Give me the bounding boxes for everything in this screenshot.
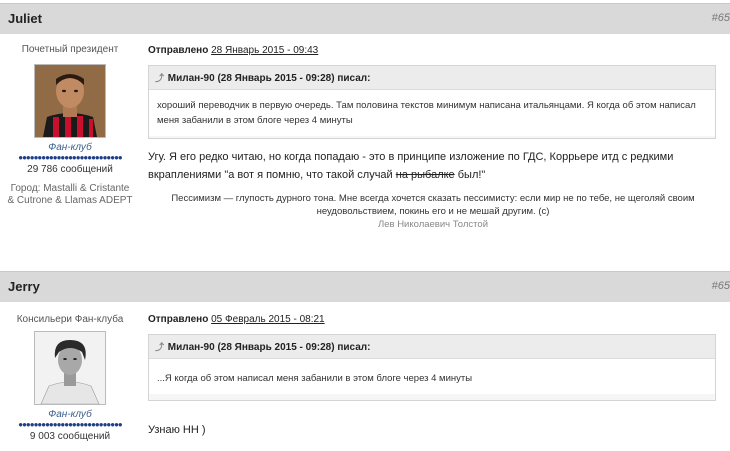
post-date-link[interactable]: 28 Январь 2015 - 09:43 [211,45,318,56]
post-date-link[interactable]: 05 Февраль 2015 - 08:21 [211,314,324,325]
user-title: Консильери Фан-клуба [16,314,124,325]
message-count: 9 003 сообщений [29,431,111,442]
sent-line: Отправлено 28 Январь 2015 - 09:43 [148,45,724,56]
sent-line: Отправлено 05 Февраль 2015 - 08:21 [148,314,724,325]
quote-text: ...Я когда об этом написал меня забанили… [149,359,715,394]
post-content: Отправлено 28 Январь 2015 - 09:43 ⤴ Мила… [148,45,724,231]
user-title: Почетный президент [21,44,119,55]
post-number[interactable]: #65 [712,280,730,292]
quote-block: ⤴ Милан-90 (28 Январь 2015 - 09:28) писа… [148,334,716,401]
city-line: & Cutrone & Llamas ADEPT [7,195,133,206]
quote-block: ⤴ Милан-90 (28 Январь 2015 - 09:28) писа… [148,65,716,139]
quote-arrow-icon[interactable]: ⤴ [155,340,165,353]
avatar-image [35,332,105,404]
quote-author: Милан-90 (28 Январь 2015 - 09:28) писал: [167,342,371,353]
username[interactable]: Juliet [8,11,42,26]
message-text: был!" [454,169,486,181]
quote-text: хороший переводчик в первую очередь. Там… [149,90,715,136]
message-count: 29 786 сообщений [27,164,113,175]
post-message: Узнаю НН ) [148,424,206,436]
club-link[interactable]: Фан-клуб [0,409,140,420]
avatar[interactable] [34,64,106,138]
city-line: Город: Mastalli & Cristante [10,183,130,194]
avatar[interactable] [34,331,106,405]
post-header: Jerry #65 [0,271,730,302]
user-city: Город: Mastalli & Cristante & Cutrone & … [0,183,140,207]
quote-header: ⤴ Милан-90 (28 Январь 2015 - 09:28) писа… [149,335,715,359]
signature-text: Пессимизм — глупость дурного тона. Мне в… [171,193,695,217]
quote-arrow-icon[interactable]: ⤴ [155,71,165,84]
quote-header: ⤴ Милан-90 (28 Январь 2015 - 09:28) писа… [149,66,715,90]
strikethrough-text: на рыбалке [395,169,455,181]
post-content: Отправлено 05 Февраль 2015 - 08:21 ⤴ Мил… [148,314,724,439]
quote-author: Милан-90 (28 Январь 2015 - 09:28) писал: [167,73,371,84]
avatar-image [35,65,105,137]
signature-author: Лев Николаевич Толстой [377,219,489,230]
rating-dots: ●●●●●●●●●●●●●●●●●●●●●●●●●●● [18,420,122,429]
signature: Пессимизм — глупость дурного тона. Мне в… [148,192,718,231]
username[interactable]: Jerry [8,279,40,294]
club-link[interactable]: Фан-клуб [0,142,140,153]
sent-label: Отправлено [148,314,209,325]
post-message: Угу. Я его редко читаю, но когда попадаю… [148,148,710,184]
user-info: Консильери Фан-клуба Фан-клуб ●●●●●●●●●●… [0,314,140,442]
post-number[interactable]: #65 [712,12,730,24]
user-info: Почетный президент Фан-клуб ●●●●●●●●●●●●… [0,44,140,207]
post-header: Juliet #65 [0,3,730,34]
sent-label: Отправлено [148,45,209,56]
rating-dots: ●●●●●●●●●●●●●●●●●●●●●●●●●●● [18,153,122,162]
